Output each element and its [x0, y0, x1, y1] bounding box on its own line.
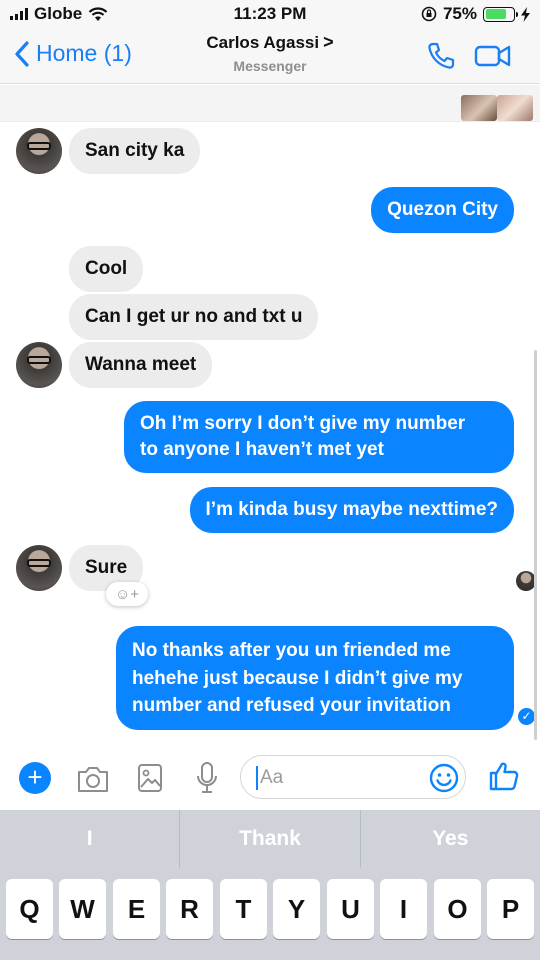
status-bar: Globe 11:23 PM 75%	[0, 0, 540, 28]
key-p[interactable]: P	[487, 879, 534, 939]
key-e[interactable]: E	[113, 879, 160, 939]
message-composer: + Aa	[0, 745, 540, 810]
text-caret	[256, 766, 258, 790]
thumbs-up-icon[interactable]	[488, 760, 520, 792]
suggestion-thank[interactable]: Thank	[180, 810, 359, 868]
input-placeholder: Aa	[260, 767, 284, 788]
contact-name: Carlos Agassi	[206, 33, 320, 52]
sent-message[interactable]: No thanks after you un friended me heheh…	[116, 626, 514, 730]
key-q[interactable]: Q	[6, 879, 53, 939]
battery-icon	[483, 6, 518, 22]
delivered-check-icon: ✓	[518, 708, 535, 725]
seen-avatar	[516, 571, 536, 591]
received-message[interactable]: San city ka	[69, 128, 201, 174]
key-y[interactable]: Y	[273, 879, 320, 939]
app-subtitle: Messenger	[233, 58, 307, 74]
key-i[interactable]: I	[380, 879, 427, 939]
microphone-icon[interactable]	[196, 761, 218, 795]
key-w[interactable]: W	[59, 879, 106, 939]
charging-icon	[521, 6, 530, 22]
shared-photo-thumbnail[interactable]	[497, 95, 533, 121]
contact-avatar[interactable]	[16, 545, 62, 591]
keyboard-suggestions: I Thank Yes	[0, 810, 540, 868]
received-message[interactable]: Cool	[69, 246, 144, 292]
key-u[interactable]: U	[327, 879, 374, 939]
keyboard: Q W E R T Y U I O P	[0, 868, 540, 960]
plus-icon[interactable]: +	[19, 762, 51, 794]
messenger-conversation-screen: Globe 11:23 PM 75% Home (1) Carlos Agass…	[0, 0, 540, 960]
title-chevron-icon: >	[323, 32, 334, 52]
phone-icon[interactable]	[425, 40, 457, 72]
shared-photos-strip	[0, 85, 540, 122]
emoji-icon[interactable]	[429, 763, 459, 793]
conversation-header: Home (1) Carlos Agassi > Messenger	[0, 28, 540, 84]
battery-percent: 75%	[442, 4, 477, 23]
received-message[interactable]: Wanna meet	[69, 342, 213, 388]
suggestion-i[interactable]: I	[0, 810, 179, 868]
sent-message[interactable]: Quezon City	[371, 187, 514, 233]
contact-avatar[interactable]	[16, 128, 62, 174]
received-message[interactable]: Can I get ur no and txt u	[69, 294, 319, 340]
status-right: 75%	[421, 4, 530, 24]
key-r[interactable]: R	[166, 879, 213, 939]
contact-title[interactable]: Carlos Agassi > Messenger	[0, 32, 540, 74]
contact-avatar[interactable]	[16, 342, 62, 388]
sent-message[interactable]: Oh I’m sorry I don’t give my number to a…	[124, 401, 514, 473]
image-icon[interactable]	[137, 763, 163, 793]
camera-icon[interactable]	[76, 765, 110, 793]
shared-photo-thumbnail[interactable]	[461, 95, 497, 121]
key-t[interactable]: T	[220, 879, 267, 939]
key-o[interactable]: O	[434, 879, 481, 939]
lock-rotation-icon	[421, 6, 437, 22]
add-reaction-icon[interactable]: ☺+	[106, 582, 148, 606]
sent-message[interactable]: I’m kinda busy maybe nexttime?	[189, 487, 514, 533]
video-camera-icon[interactable]	[474, 42, 512, 70]
scrollbar[interactable]	[534, 350, 537, 740]
suggestion-yes[interactable]: Yes	[361, 810, 540, 868]
